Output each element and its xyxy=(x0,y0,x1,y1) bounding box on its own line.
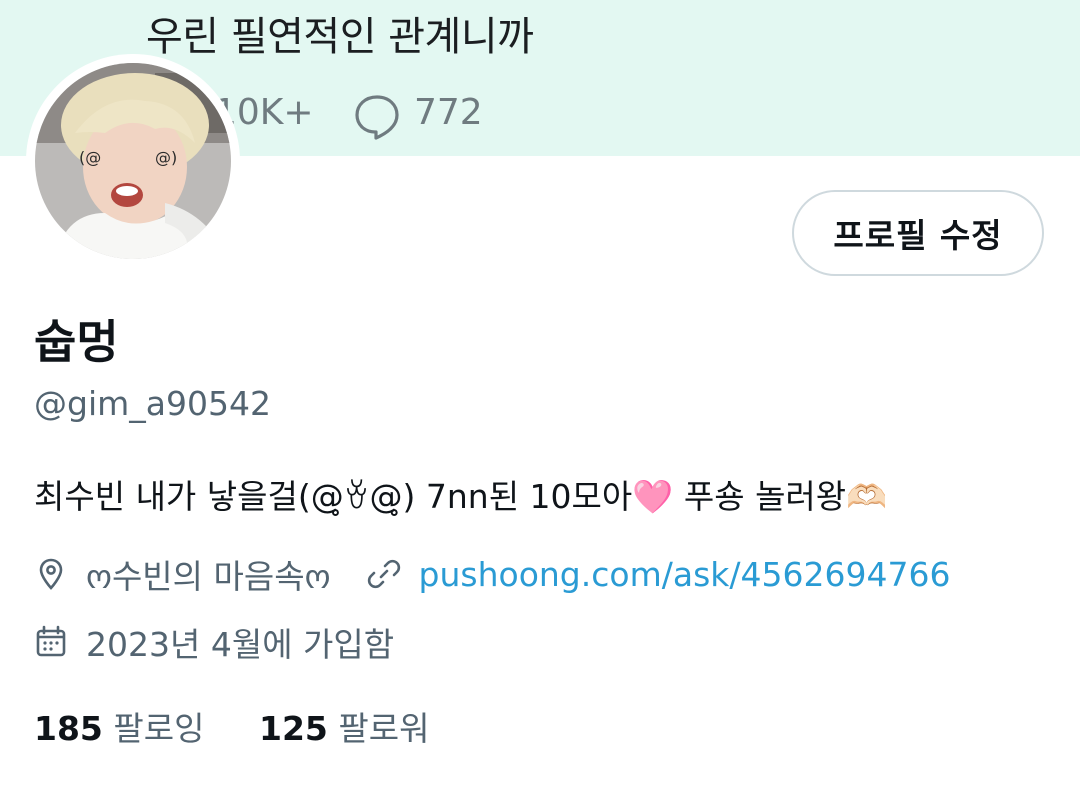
followers-count: 125 xyxy=(258,709,328,748)
bio-text: 최수빈 내가 낳을걸(@̥ꈊ@̥) 7nn된 10모아 xyxy=(34,477,633,516)
bio-text-2: 푸숑 놀러왕 xyxy=(673,477,847,516)
location-pin-icon xyxy=(39,558,63,590)
heart-hands-emoji: 🫶🏻 xyxy=(846,477,888,516)
banner-comment-count: 772 xyxy=(414,92,483,133)
following-count: 185 xyxy=(34,709,103,748)
link-icon xyxy=(367,559,400,589)
followers-label: 팔로워 xyxy=(338,709,430,748)
following-label: 팔로잉 xyxy=(113,709,205,748)
calendar-icon xyxy=(36,625,66,657)
profile-bio: 최수빈 내가 낳을걸(@̥ꈊ@̥) 7nn된 10모아🩷 푸숑 놀러왕🫶🏻 xyxy=(34,470,887,518)
profile-meta-joined: 2023년 4월에 가입함 xyxy=(34,618,394,666)
svg-text:@): @) xyxy=(155,148,177,167)
website-link[interactable]: pushoong.com/ask/4562694766 xyxy=(419,555,951,594)
comment-icon xyxy=(355,95,399,140)
joined-date: 2023년 4월에 가입함 xyxy=(86,625,395,664)
avatar-photo: (@ @) xyxy=(35,63,231,259)
followers-link[interactable]: 125 팔로워 xyxy=(259,702,429,750)
banner-caption: 우린 필연적인 관계니까 xyxy=(146,14,534,60)
heart-emoji: 🩷 xyxy=(632,477,674,516)
username-handle: @gim_a90542 xyxy=(34,384,271,423)
profile-meta-location-website: ო수빈의 마음속ო pushoong.com/ask/4562694766 xyxy=(34,550,950,598)
display-name: 숩멍 xyxy=(34,315,119,369)
edit-profile-button[interactable]: 프로필 수정 xyxy=(792,190,1044,276)
following-link[interactable]: 185 팔로잉 xyxy=(34,702,204,750)
location-text: ო수빈의 마음속ო xyxy=(86,557,331,596)
svg-text:(@: (@ xyxy=(79,148,101,167)
avatar[interactable]: (@ @) xyxy=(26,54,240,268)
follow-stats: 185 팔로잉 125 팔로워 xyxy=(34,702,429,750)
